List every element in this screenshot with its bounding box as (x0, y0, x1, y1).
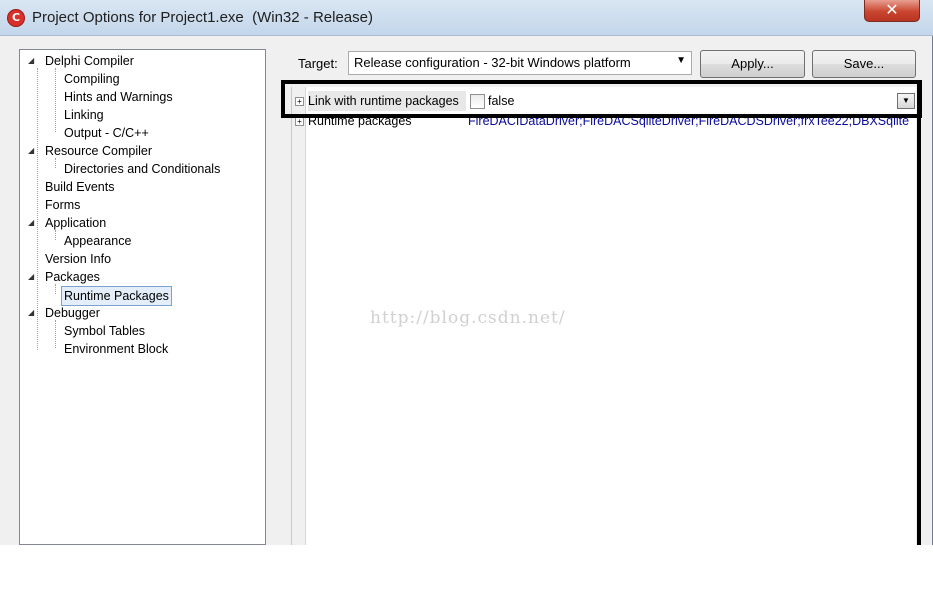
tree-item-label: Debugger (45, 306, 100, 320)
delphi-app-icon: C (7, 9, 25, 27)
grid-row-link-with-runtime-packages[interactable]: + Link with runtime packages false ▼ (292, 91, 917, 111)
expand-plus-icon[interactable]: + (295, 117, 304, 126)
tree-item-label: Output - C/C++ (64, 126, 149, 140)
tree-item-label: Build Events (45, 180, 115, 194)
close-button[interactable]: ✕ (864, 0, 920, 22)
tree-item-label: Packages (45, 270, 100, 284)
project-options-window: C Project Options for Project1.exe (Win3… (0, 0, 933, 545)
tree-item-label: Directories and Conditionals (64, 162, 221, 176)
tree-connector-root (37, 68, 38, 350)
tree-connector-debugger (55, 320, 56, 348)
grid-gutter (292, 87, 306, 545)
watermark: http://blog.csdn.net/ (370, 308, 566, 328)
dropdown-arrow-icon[interactable]: ▼ (897, 93, 915, 109)
annotation-right-border (917, 80, 921, 545)
collapse-triangle-icon[interactable]: ◢ (28, 219, 36, 227)
collapse-triangle-icon[interactable]: ◢ (28, 147, 36, 155)
grid-row-runtime-packages[interactable]: + Runtime packages FireDACIDataDriver;Fi… (292, 111, 917, 131)
tree-item-label: Compiling (64, 72, 120, 86)
link-runtime-packages-checkbox[interactable] (470, 94, 485, 109)
tree-item-label: Runtime Packages (61, 286, 172, 306)
collapse-triangle-icon[interactable]: ◢ (28, 273, 36, 281)
window-title: Project Options for Project1.exe (Win32 … (32, 9, 373, 26)
tree-item-label: Linking (64, 108, 104, 122)
target-dropdown-value: Release configuration - 32-bit Windows p… (354, 55, 631, 70)
expand-plus-icon[interactable]: + (295, 97, 304, 106)
target-dropdown[interactable]: Release configuration - 32-bit Windows p… (348, 51, 692, 75)
tree-item-label: Forms (45, 198, 81, 212)
tree-connector-delphi (55, 68, 56, 132)
tree-item-label: Version Info (45, 252, 112, 266)
collapse-triangle-icon[interactable]: ◢ (28, 57, 36, 65)
tree-item-label: Appearance (64, 234, 132, 248)
title-bar: C Project Options for Project1.exe (Win3… (0, 0, 933, 36)
collapse-triangle-icon[interactable]: ◢ (28, 309, 36, 317)
apply-button[interactable]: Apply... (700, 50, 805, 78)
tree-item-label: Symbol Tables (64, 324, 146, 338)
property-name: Runtime packages (308, 114, 412, 128)
property-name: Link with runtime packages (308, 91, 466, 111)
tree-item-label: Application (45, 216, 107, 230)
target-label: Target: (298, 56, 338, 71)
tree-item-label: Hints and Warnings (64, 90, 173, 104)
tree-item-label: Environment Block (64, 342, 169, 356)
save-button[interactable]: Save... (812, 50, 916, 78)
property-value[interactable]: FireDACIDataDriver;FireDACSqliteDriver;F… (468, 111, 916, 131)
tree-item-label: Delphi Compiler (45, 54, 134, 68)
options-tree: ◢ Delphi Compiler Compiling Hints and Wa… (19, 49, 266, 545)
dropdown-arrow-icon: ▼ (676, 55, 686, 66)
property-value: false (488, 94, 515, 108)
tree-item-label: Resource Compiler (45, 144, 152, 158)
